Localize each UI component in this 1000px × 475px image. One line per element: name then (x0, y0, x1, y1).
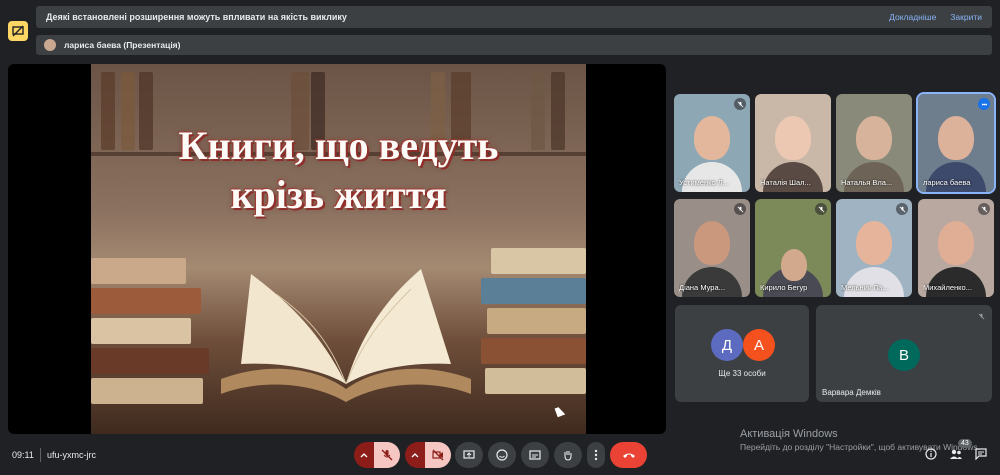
participant-tile[interactable]: Наталія Шал... (755, 94, 831, 192)
mic-options-button[interactable] (354, 442, 374, 468)
participant-tile[interactable]: Устименко Л... (674, 94, 750, 192)
camera-off-icon (432, 449, 444, 461)
present-button[interactable] (455, 442, 483, 468)
presentation-icon[interactable] (8, 21, 28, 41)
more-participants-label: Ще 33 особи (718, 369, 766, 378)
camera-toggle-button[interactable] (425, 442, 451, 468)
slide-title-line1: Книги, що ведуть (178, 123, 499, 168)
meeting-info-button[interactable] (923, 446, 939, 462)
participant-name: Наталья Вла... (841, 178, 893, 187)
mic-off-icon (381, 449, 393, 461)
people-icon (950, 449, 962, 459)
participant-name: Наталія Шал... (760, 178, 811, 187)
emoji-button[interactable] (488, 442, 516, 468)
participant-tile[interactable]: Наталья Вла... (836, 94, 912, 192)
captions-icon (529, 450, 541, 460)
meeting-code: ufu-yxmc-jrc (47, 450, 96, 460)
presentation-stage: Книги, що ведуть крізь життя (8, 64, 666, 434)
people-button[interactable] (948, 446, 964, 462)
avatar: А (743, 329, 775, 361)
divider (40, 448, 41, 462)
chevron-up-icon (411, 453, 419, 458)
mic-off-icon (815, 203, 827, 215)
chevron-up-icon (360, 453, 368, 458)
mic-off-icon (734, 203, 746, 215)
participant-tile[interactable]: Діана Мура... (674, 199, 750, 297)
book-stack-right (481, 244, 586, 394)
extensions-warning-banner: Деякі встановлені розширення можуть впли… (36, 6, 992, 28)
people-count-badge: 43 (958, 439, 972, 448)
mic-off-icon (734, 98, 746, 110)
slide-title-line2: крізь життя (230, 171, 447, 217)
participant-name: Діана Мура... (679, 283, 725, 292)
mic-off-icon (978, 203, 990, 215)
participant-tile[interactable]: Мельник Ла... (836, 199, 912, 297)
raise-hand-button[interactable] (554, 442, 582, 468)
meeting-time: 09:11 (12, 450, 34, 460)
avatar: В (888, 339, 920, 371)
more-options-button[interactable] (587, 442, 605, 468)
raise-hand-icon (564, 451, 572, 461)
mic-off-icon (896, 203, 908, 215)
details-link[interactable]: Докладніше (889, 12, 936, 22)
emoji-icon (496, 449, 508, 461)
participant-name: Михайленко... (923, 283, 972, 292)
open-book-image (221, 269, 471, 402)
mic-off-icon (975, 310, 987, 322)
slide-title: Книги, що ведуть крізь життя (91, 122, 586, 220)
info-icon (925, 448, 937, 460)
bottom-toolbar: 09:11 ufu-yxmc-jrc 43 (0, 437, 1000, 475)
participant-name: Устименко Л... (679, 178, 729, 187)
chat-icon (975, 448, 987, 460)
presenter-label: лариса баева (Презентація) (64, 40, 181, 50)
presenter-bar: лариса баева (Презентація) (36, 35, 992, 55)
participant-tile-active[interactable]: лариса баева (916, 92, 996, 194)
speaking-icon (978, 98, 990, 110)
participant-tile[interactable]: Кирило Бегур (755, 199, 831, 297)
chat-button[interactable] (973, 446, 989, 462)
end-call-icon (622, 453, 635, 458)
mouse-cursor-icon (554, 405, 566, 418)
close-link[interactable]: Закрити (950, 12, 982, 22)
participant-tile[interactable]: Михайленко... (918, 199, 994, 297)
participant-name: Кирило Бегур (760, 283, 808, 292)
camera-options-button[interactable] (405, 442, 425, 468)
more-participants-tile[interactable]: Д А Ще 33 особи (675, 305, 809, 402)
participant-name: лариса баева (923, 178, 971, 187)
featured-participant-tile[interactable]: В Варвара Демків (816, 305, 992, 402)
presenter-avatar (44, 39, 56, 51)
participant-name: Мельник Ла... (841, 283, 889, 292)
captions-button[interactable] (521, 442, 549, 468)
mic-toggle-button[interactable] (374, 442, 400, 468)
present-screen-icon (463, 450, 475, 459)
more-vert-icon (594, 449, 598, 461)
book-stack-left (91, 254, 211, 404)
leave-call-button[interactable] (610, 442, 647, 468)
banner-message: Деякі встановлені розширення можуть впли… (46, 12, 347, 22)
presentation-slide: Книги, що ведуть крізь життя (91, 64, 586, 434)
avatar: Д (711, 329, 743, 361)
participant-name: Варвара Демків (822, 388, 881, 397)
